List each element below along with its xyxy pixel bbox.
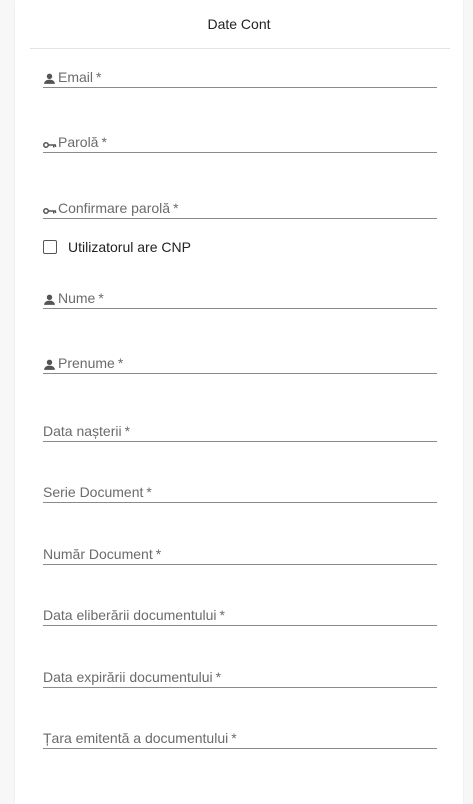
has-cnp-label: Utilizatorul are CNP: [68, 239, 191, 255]
last-name-field[interactable]: Nume *: [43, 287, 437, 309]
confirm-password-label: Confirmare parolă: [58, 200, 171, 216]
password-field[interactable]: Parolă *: [43, 131, 437, 153]
header-divider: [30, 48, 450, 49]
email-field[interactable]: Email *: [43, 66, 437, 88]
first-name-field[interactable]: Prenume *: [43, 352, 437, 374]
required-mark: *: [215, 669, 222, 685]
document-series-label: Serie Document: [43, 484, 144, 500]
account-form-card: Date Cont Email * Parolă * Confirmare pa…: [15, 0, 463, 804]
required-mark: *: [155, 546, 162, 562]
confirm-password-field[interactable]: Confirmare parolă *: [43, 197, 437, 219]
last-name-label: Nume: [58, 290, 96, 306]
required-mark: *: [98, 290, 104, 306]
document-expiry-date-label: Data expirării documentului: [43, 669, 213, 685]
required-mark: *: [101, 134, 107, 150]
key-icon: [43, 202, 57, 216]
document-issue-date-label: Data eliberării documentului: [43, 607, 217, 623]
issuing-country-field[interactable]: Țara emitentă a documentului *: [43, 727, 437, 749]
required-mark: *: [231, 730, 237, 746]
required-mark: *: [117, 355, 124, 371]
has-cnp-row[interactable]: Utilizatorul are CNP: [43, 238, 191, 256]
issuing-country-label: Țara emitentă a documentului: [43, 730, 229, 746]
required-mark: *: [173, 200, 179, 216]
required-mark: *: [146, 484, 152, 500]
birth-date-label: Data nașterii: [43, 423, 122, 439]
required-mark: *: [219, 607, 225, 623]
document-expiry-date-field[interactable]: Data expirării documentului *: [43, 666, 437, 688]
person-icon: [43, 357, 57, 371]
document-number-field[interactable]: Număr Document *: [43, 543, 437, 565]
document-series-field[interactable]: Serie Document *: [43, 481, 437, 503]
document-issue-date-field[interactable]: Data eliberării documentului *: [43, 604, 437, 626]
key-icon: [43, 136, 57, 150]
has-cnp-checkbox[interactable]: [43, 240, 57, 254]
first-name-label: Prenume: [58, 355, 115, 371]
email-label: Email: [58, 69, 94, 85]
password-label: Parolă: [58, 134, 99, 150]
form-title: Date Cont: [207, 16, 271, 32]
person-icon: [43, 292, 57, 306]
person-icon: [43, 71, 57, 85]
required-mark: *: [124, 423, 131, 439]
required-mark: *: [96, 69, 102, 85]
birth-date-field[interactable]: Data nașterii *: [43, 420, 437, 442]
document-number-label: Număr Document: [43, 546, 153, 562]
